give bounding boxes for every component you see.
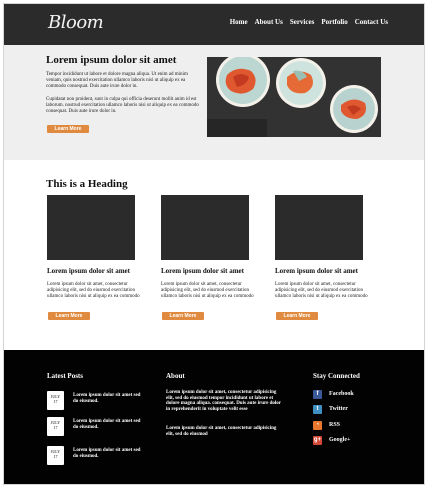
site-header: Bloom Home About Us Services Portfolio C… [4,4,424,45]
post-date-day: 17 [53,454,58,459]
nav-about-us-link[interactable]: About Us [255,18,283,26]
feature-learn-more-button[interactable]: Learn More [162,312,204,320]
feature-column: Lorem ipsum dolor sit amet Lorem ipsum d… [161,195,254,320]
feature-image-placeholder [47,195,135,260]
hero-learn-more-button[interactable]: Learn More [47,125,89,133]
post-date-badge: JULY 17 [47,417,64,436]
about-paragraph: Lorem ipsum dolor sit amet, consectetur … [166,390,281,412]
post-title[interactable]: Lorem ipsum dolor sit amet sed do eiusmo… [73,393,143,405]
feature-image-placeholder [161,195,249,260]
feature-title: Lorem ipsum dolor sit amet [47,267,130,275]
social-label[interactable]: RSS [329,422,340,428]
hero-title: Lorem ipsum dolor sit amet [46,54,177,66]
google-plus-icon: g+ [313,436,322,445]
about-paragraph: Lorem ipsum dolor sit amet, consectetur … [166,426,277,437]
latest-posts-heading: Latest Posts [47,372,83,380]
feature-learn-more-button[interactable]: Learn More [276,312,318,320]
decorative-plates-image [207,57,381,137]
feature-image-placeholder [275,195,363,260]
hero-section: Lorem ipsum dolor sit amet Tempor incidi… [4,45,424,160]
feature-title: Lorem ipsum dolor sit amet [161,267,244,275]
feature-text: Lorem ipsum dolor sit amet, consectetur … [161,282,254,299]
feature-column: Lorem ipsum dolor sit amet Lorem ipsum d… [275,195,368,320]
rss-icon: ◔ [313,421,322,430]
hero-image [207,57,381,137]
main-nav: Home About Us Services Portfolio Contact… [230,18,388,26]
section-heading: This is a Heading [46,178,128,190]
site-footer: Latest Posts JULY 17 Lorem ipsum dolor s… [4,350,424,484]
facebook-icon: f [313,390,322,399]
page-frame: Bloom Home About Us Services Portfolio C… [3,3,425,485]
nav-contact-us-link[interactable]: Contact Us [355,18,388,26]
social-label[interactable]: Facebook [329,391,354,397]
social-label[interactable]: Twitter [329,406,348,412]
hero-paragraph: Tempor incididunt ut labore et dolore ma… [46,72,188,89]
nav-services-link[interactable]: Services [290,18,315,26]
post-date-badge: JULY 17 [47,446,64,465]
about-heading: About [166,372,185,380]
feature-title: Lorem ipsum dolor sit amet [275,267,358,275]
feature-text: Lorem ipsum dolor sit amet, consectetur … [47,282,140,299]
post-date-day: 17 [53,425,58,430]
feature-learn-more-button[interactable]: Learn More [48,312,90,320]
post-title[interactable]: Lorem ipsum dolor sit amet sed do eiusmo… [73,419,143,431]
hero-paragraph: Cupidatat non proident, sunt in culpa qu… [46,97,199,114]
post-date-day: 17 [53,399,58,404]
twitter-icon: t [313,405,322,414]
feature-text: Lorem ipsum dolor sit amet, consectetur … [275,282,368,299]
post-date-badge: JULY 17 [47,391,64,410]
stay-connected-heading: Stay Connected [313,372,360,380]
post-title[interactable]: Lorem ipsum dolor sit amet sed do eiusmo… [73,448,143,460]
site-logo[interactable]: Bloom [48,12,104,33]
nav-portfolio-link[interactable]: Portfolio [321,18,347,26]
nav-home-link[interactable]: Home [230,18,248,26]
feature-column: Lorem ipsum dolor sit amet Lorem ipsum d… [47,195,140,320]
social-label[interactable]: Google+ [329,437,350,443]
